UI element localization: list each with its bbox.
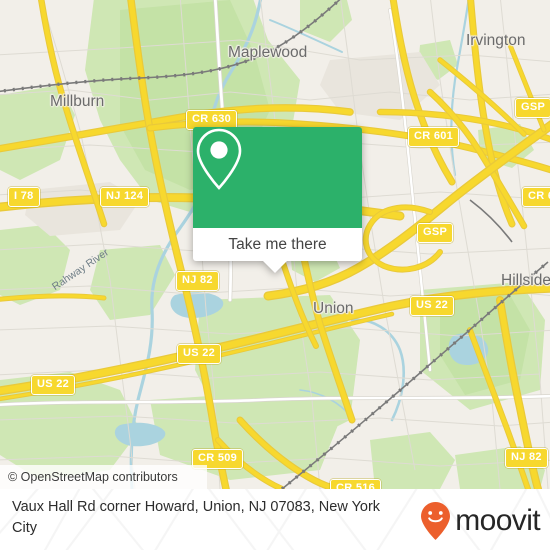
- map-label-millburn: Millburn: [50, 93, 105, 110]
- popup-pointer-tail: [262, 260, 288, 273]
- take-me-there-label: Take me there: [228, 235, 327, 253]
- map-canvas[interactable]: .park{fill:#cfe7b4} .parkd{fill:#c4e2a6}…: [0, 0, 550, 489]
- moovit-logo[interactable]: moovit: [419, 501, 541, 541]
- map-attribution-text: © OpenStreetMap contributors: [8, 470, 178, 484]
- road-shield-us-22-east: US 22: [410, 296, 455, 316]
- road-shield-nj-82-north: NJ 82: [176, 271, 219, 291]
- road-shield-i-78: I 78: [8, 187, 40, 207]
- destination-popup-card[interactable]: Take me there: [193, 127, 362, 273]
- road-shield-cr-601: CR 601: [408, 127, 460, 147]
- road-shield-us-22-mid: US 22: [177, 344, 222, 364]
- map-screenshot: .park{fill:#cfe7b4} .parkd{fill:#c4e2a6}…: [0, 0, 550, 550]
- popup-image-area: [193, 127, 362, 228]
- destination-address: Vaux Hall Rd corner Howard, Union, NJ 07…: [12, 499, 381, 536]
- take-me-there-button[interactable]: Take me there: [193, 228, 362, 261]
- road-shield-cr-516: CR 516: [330, 479, 382, 489]
- map-pin-icon: [196, 128, 242, 190]
- moovit-pin-smile-icon: [421, 502, 451, 540]
- road-shield-us-22-west: US 22: [31, 375, 76, 395]
- footer-bar: Vaux Hall Rd corner Howard, Union, NJ 07…: [0, 489, 550, 550]
- road-shield-nj-124: NJ 124: [100, 187, 150, 207]
- map-label-irvington: Irvington: [466, 32, 526, 49]
- map-label-union: Union: [313, 300, 354, 317]
- moovit-wordmark: moovit: [455, 504, 540, 537]
- road-shield-cr-6: CR 6: [522, 187, 550, 207]
- road-shield-gsp-north: GSP: [515, 98, 550, 118]
- road-shield-gsp-mid: GSP: [417, 223, 454, 243]
- map-label-maplewood: Maplewood: [228, 44, 308, 61]
- map-attribution[interactable]: © OpenStreetMap contributors: [0, 465, 207, 489]
- road-shield-nj-82-south: NJ 82: [505, 448, 548, 468]
- map-label-hillside: Hillside: [501, 272, 550, 289]
